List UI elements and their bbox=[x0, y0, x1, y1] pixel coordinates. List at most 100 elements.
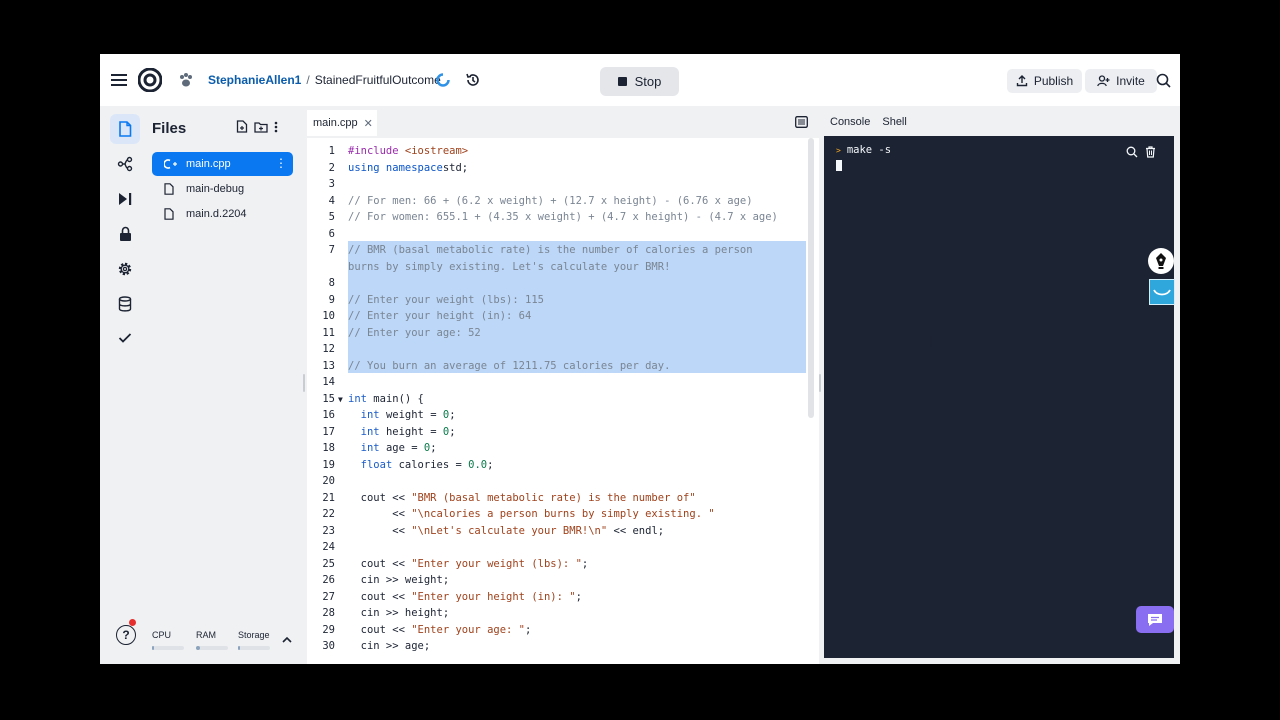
console-output[interactable]: > make -s bbox=[824, 136, 1174, 658]
panel-layout-icon[interactable] bbox=[795, 115, 809, 129]
tab-console[interactable]: Console bbox=[829, 116, 871, 128]
more-options-icon[interactable] bbox=[274, 121, 278, 133]
code-token: ; bbox=[525, 623, 532, 636]
search-icon[interactable] bbox=[1155, 72, 1171, 88]
line-number: 6 bbox=[328, 227, 335, 240]
paw-icon[interactable] bbox=[178, 72, 194, 88]
pen-extension-icon[interactable] bbox=[1148, 248, 1174, 274]
loading-spinner-icon bbox=[436, 73, 450, 87]
publish-label: Publish bbox=[1033, 74, 1074, 88]
editor-tab[interactable]: main.cpp ✕ bbox=[307, 110, 377, 136]
lock-icon bbox=[119, 226, 131, 241]
replit-workspace: StephanieAllen1 / StainedFruitfulOutcome… bbox=[100, 54, 1180, 664]
code-line: // Enter your weight (lbs): 115 bbox=[348, 294, 544, 306]
file-icon bbox=[119, 121, 132, 137]
files-tool-button[interactable] bbox=[110, 114, 140, 144]
fold-arrow-icon[interactable]: ▼ bbox=[338, 395, 343, 404]
code-token: ; bbox=[581, 557, 589, 570]
line-number: 17 bbox=[322, 425, 335, 438]
ram-bar-fill bbox=[196, 646, 200, 650]
chat-icon bbox=[1148, 613, 1162, 626]
code-token: ; bbox=[449, 409, 456, 421]
stop-label: Stop bbox=[634, 74, 662, 89]
database-tool-button[interactable] bbox=[110, 289, 140, 319]
breadcrumb-repl-name[interactable]: StainedFruitfulOutcome bbox=[315, 73, 441, 87]
code-line: << "\ncalories a person burns by simply … bbox=[348, 508, 714, 520]
console-command-line: > make -s bbox=[836, 144, 891, 156]
code-token: // Enter your height (in): 64 bbox=[348, 310, 532, 322]
line-number: 29 bbox=[322, 623, 335, 636]
file-name: main.d.2204 bbox=[186, 208, 247, 220]
secrets-tool-button[interactable] bbox=[110, 219, 140, 249]
new-file-icon[interactable] bbox=[236, 120, 248, 133]
code-token: int bbox=[360, 442, 386, 454]
line-number: 21 bbox=[322, 491, 335, 504]
file-item-main-debug[interactable]: main-debug bbox=[152, 177, 293, 201]
code-line: int height = 0; bbox=[348, 426, 456, 438]
code-line: int age = 0; bbox=[348, 442, 437, 454]
selection-highlight bbox=[348, 340, 806, 357]
code-token: height = bbox=[385, 425, 443, 438]
panel-resize-handle[interactable] bbox=[303, 374, 305, 392]
file-options-icon[interactable]: ⋮ bbox=[275, 156, 287, 170]
code-token: "Enter your weight (lbs): " bbox=[411, 557, 582, 570]
line-number: 10 bbox=[322, 310, 335, 322]
trash-icon[interactable] bbox=[1145, 145, 1157, 158]
code-area[interactable]: 1 #include <iostream> 2 using namespacestd;… bbox=[307, 138, 819, 664]
code-token: age = bbox=[385, 442, 424, 454]
file-item-main-d[interactable]: main.d.2204 bbox=[152, 202, 293, 226]
smile-extension-icon[interactable] bbox=[1149, 279, 1175, 305]
close-icon[interactable]: ✕ bbox=[364, 117, 373, 130]
tab-shell[interactable]: Shell bbox=[881, 116, 907, 128]
cpp-icon bbox=[164, 159, 186, 169]
checkmark-icon bbox=[118, 333, 132, 343]
code-token: "BMR (basal metabolic rate) is the numbe… bbox=[411, 491, 696, 504]
code-token: // For men: 66 + (6.2 x weight) + (12.7 … bbox=[348, 194, 753, 207]
breadcrumb-user[interactable]: StephanieAllen1 bbox=[208, 73, 301, 87]
code-editor: main.cpp ✕ 1 #include <iostream> 2 using na… bbox=[307, 106, 819, 664]
new-folder-icon[interactable] bbox=[254, 121, 268, 133]
file-icon bbox=[164, 183, 186, 195]
stop-button[interactable]: Stop bbox=[600, 67, 679, 96]
line-number: 15 bbox=[322, 392, 335, 405]
add-user-icon bbox=[1097, 75, 1110, 87]
search-icon[interactable] bbox=[1126, 145, 1138, 158]
code-line: burns by simply existing. Let's calculat… bbox=[348, 261, 670, 273]
line-number: 8 bbox=[328, 277, 335, 289]
breadcrumb-separator: / bbox=[306, 73, 310, 87]
file-icon bbox=[164, 208, 186, 220]
console-command: make -s bbox=[846, 144, 892, 156]
replit-logo-icon[interactable] bbox=[138, 68, 162, 92]
storage-meter: Storage bbox=[238, 630, 270, 650]
line-number: 4 bbox=[328, 194, 335, 207]
code-token: cin >> age; bbox=[348, 640, 431, 652]
text-cursor-icon: I bbox=[929, 334, 934, 350]
line-number: 27 bbox=[322, 590, 335, 603]
git-tool-button[interactable] bbox=[110, 149, 140, 179]
checks-tool-button[interactable] bbox=[110, 323, 140, 353]
debugger-tool-button[interactable] bbox=[110, 184, 140, 214]
file-item-main-cpp[interactable]: main.cpp ⋮ bbox=[152, 152, 293, 176]
invite-button[interactable]: Invite bbox=[1085, 69, 1157, 93]
editor-scrollbar[interactable] bbox=[808, 138, 814, 418]
line-number: 14 bbox=[322, 376, 335, 388]
resource-usage[interactable]: CPU RAM Storage bbox=[152, 630, 298, 652]
line-number: 7 bbox=[328, 244, 335, 256]
tool-rail bbox=[100, 106, 148, 664]
settings-tool-button[interactable] bbox=[110, 254, 140, 284]
chevron-up-icon[interactable] bbox=[282, 632, 292, 646]
chat-button[interactable] bbox=[1136, 606, 1174, 633]
menu-icon[interactable] bbox=[110, 70, 128, 90]
line-number: 13 bbox=[322, 359, 335, 372]
code-token: int bbox=[360, 425, 386, 438]
notification-dot bbox=[129, 619, 136, 626]
code-token: cout << bbox=[348, 623, 412, 636]
help-icon[interactable]: ? bbox=[116, 625, 136, 645]
code-line: cout << "Enter your height (in): "; bbox=[348, 591, 582, 603]
editor-tab-label: main.cpp bbox=[313, 117, 358, 129]
gear-icon bbox=[118, 262, 132, 276]
publish-button[interactable]: Publish bbox=[1007, 69, 1082, 93]
history-icon[interactable] bbox=[465, 72, 481, 88]
code-token: ; bbox=[575, 590, 582, 603]
code-line: cin >> height; bbox=[348, 607, 450, 619]
